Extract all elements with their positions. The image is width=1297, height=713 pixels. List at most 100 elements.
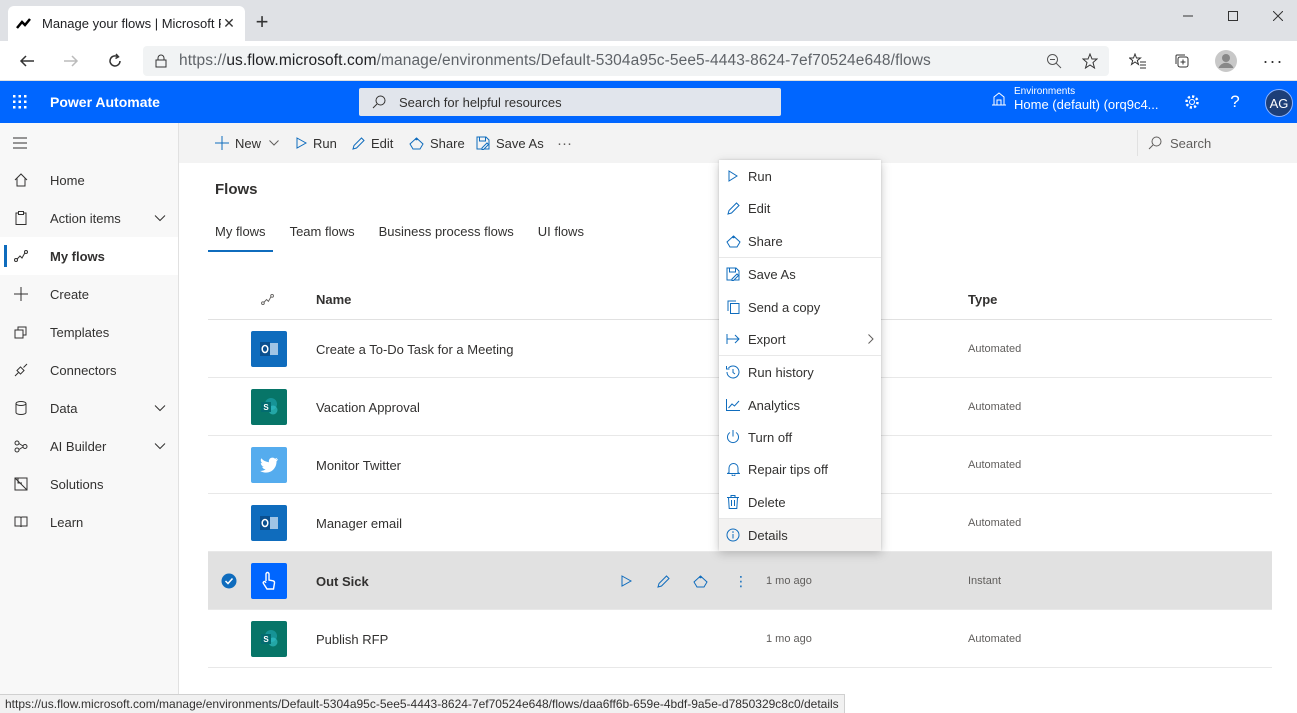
sidebar-item-learn[interactable]: Learn [0, 503, 178, 541]
browser-tab-title: Manage your flows | Microsoft Power Auto… [42, 16, 221, 31]
browser-tab-bar: Manage your flows | Microsoft Power Auto… [0, 0, 1297, 41]
tab-business-process-flows[interactable]: Business process flows [372, 216, 521, 246]
run-button[interactable]: Run [296, 123, 337, 163]
flow-name[interactable]: Vacation Approval [316, 378, 420, 436]
flow-name[interactable]: Create a To-Do Task for a Meeting [316, 320, 514, 378]
lock-icon[interactable] [143, 54, 179, 68]
settings-gear-icon[interactable] [1172, 81, 1212, 123]
close-tab-icon[interactable]: ✕ [221, 15, 237, 32]
menu-item-send-a-copy[interactable]: Send a copy [719, 291, 881, 323]
menu-item-save-as[interactable]: Save As [719, 258, 881, 290]
save-as-button[interactable]: Save As [476, 123, 544, 163]
minimize-icon[interactable] [1165, 0, 1210, 32]
menu-item-analytics[interactable]: Analytics [719, 389, 881, 421]
sidebar-item-create[interactable]: Create [0, 275, 178, 313]
flow-name[interactable]: Manager email [316, 494, 402, 552]
search-icon [359, 95, 399, 109]
column-header-type[interactable]: Type [968, 292, 997, 307]
zoom-icon[interactable] [1039, 46, 1069, 76]
menu-item-edit[interactable]: Edit [719, 192, 881, 224]
chevron-right-icon [861, 334, 881, 344]
share-flow-button[interactable] [693, 552, 708, 610]
maximize-icon[interactable] [1210, 0, 1255, 32]
app-name[interactable]: Power Automate [50, 94, 160, 110]
menu-item-label: Share [748, 233, 783, 249]
command-bar: New Run Edit Share Save As ··· Search [179, 123, 1297, 163]
favorites-icon[interactable] [1122, 45, 1154, 77]
chevron-down-icon[interactable] [142, 214, 178, 222]
favorite-star-icon[interactable] [1075, 46, 1105, 76]
share-button-label: Share [430, 135, 465, 151]
sidebar-item-ai-builder[interactable]: AI Builder [0, 427, 178, 465]
menu-item-delete[interactable]: Delete [719, 486, 881, 518]
menu-item-export[interactable]: Export [719, 323, 881, 355]
sharepoint-icon: S [251, 621, 287, 657]
flow-search-input[interactable]: Search [1137, 130, 1297, 156]
new-tab-icon[interactable]: + [252, 11, 272, 33]
browser-tab[interactable]: Manage your flows | Microsoft Power Auto… [8, 6, 245, 41]
chevron-down-icon[interactable] [142, 442, 178, 450]
forward-icon[interactable] [55, 45, 87, 77]
save-as-icon [719, 267, 747, 281]
collections-icon[interactable] [1166, 45, 1198, 77]
more-commands-icon[interactable]: ··· [557, 123, 572, 163]
column-header-name[interactable]: Name [316, 292, 351, 307]
share-icon [719, 234, 747, 248]
more-actions-icon[interactable]: ⋮ [734, 552, 748, 610]
more-options-icon[interactable]: ··· [1257, 45, 1289, 77]
back-icon[interactable] [11, 45, 43, 77]
edit-flow-button[interactable] [657, 552, 670, 610]
run-flow-button[interactable] [621, 552, 632, 610]
share-button[interactable]: Share [409, 123, 465, 163]
refresh-icon[interactable] [99, 45, 131, 77]
power-automate-favicon-icon [16, 16, 32, 32]
menu-item-run[interactable]: Run [719, 160, 881, 192]
ai-icon [0, 439, 40, 453]
menu-item-repair-tips-off[interactable]: Repair tips off [719, 453, 881, 485]
environment-icon [983, 92, 1014, 106]
environment-picker[interactable]: Environments Home (default) (orq9c4... [983, 86, 1159, 112]
tab-ui-flows[interactable]: UI flows [531, 216, 591, 246]
flow-name[interactable]: Monitor Twitter [316, 436, 401, 494]
database-icon [0, 401, 40, 415]
menu-item-run-history[interactable]: Run history [719, 356, 881, 388]
help-search-input[interactable]: Search for helpful resources [359, 88, 781, 116]
copy-icon [719, 300, 747, 314]
table-row[interactable]: S Publish RFP 1 mo ago Automated [208, 610, 1272, 668]
book-icon [0, 516, 40, 528]
sidebar-item-home[interactable]: Home [0, 161, 178, 199]
new-button[interactable]: New [215, 123, 279, 163]
sidebar-item-connectors[interactable]: Connectors [0, 351, 178, 389]
tab-team-flows[interactable]: Team flows [283, 216, 362, 246]
flow-name[interactable]: Out Sick [316, 552, 369, 610]
plus-icon [0, 287, 40, 301]
outlook-icon [251, 505, 287, 541]
sidebar-item-data[interactable]: Data [0, 389, 178, 427]
environment-name: Home (default) (orq9c4... [1014, 97, 1159, 112]
save-as-icon [476, 136, 490, 150]
sidebar-item-templates[interactable]: Templates [0, 313, 178, 351]
sidebar-item-my-flows[interactable]: My flows [0, 237, 178, 275]
edit-button[interactable]: Edit [352, 123, 393, 163]
flow-type: Automated [968, 401, 1022, 413]
avatar[interactable]: AG [1265, 89, 1293, 117]
table-row[interactable]: Out Sick ⋮ 1 mo ago Instant [208, 552, 1272, 610]
sidebar-item-solutions[interactable]: Solutions [0, 465, 178, 503]
tab-my-flows[interactable]: My flows [208, 216, 273, 252]
sidebar-item-label: Action items [50, 210, 121, 226]
menu-item-turn-off[interactable]: Turn off [719, 421, 881, 453]
close-window-icon[interactable] [1255, 0, 1297, 32]
chevron-down-icon[interactable] [142, 404, 178, 412]
help-icon[interactable]: ? [1215, 81, 1255, 123]
url-input[interactable]: https://us.flow.microsoft.com/manage/env… [143, 46, 1109, 76]
profile-icon[interactable] [1210, 45, 1242, 77]
menu-item-label: Analytics [748, 397, 801, 413]
menu-item-details[interactable]: Details [719, 519, 881, 551]
row-checkbox[interactable] [221, 552, 237, 610]
app-launcher-icon[interactable] [0, 81, 40, 123]
trash-icon [719, 495, 747, 509]
menu-item-share[interactable]: Share [719, 225, 881, 257]
hamburger-menu-icon[interactable] [10, 133, 30, 153]
sidebar-item-action-items[interactable]: Action items [0, 199, 178, 237]
flow-name[interactable]: Publish RFP [316, 610, 388, 668]
